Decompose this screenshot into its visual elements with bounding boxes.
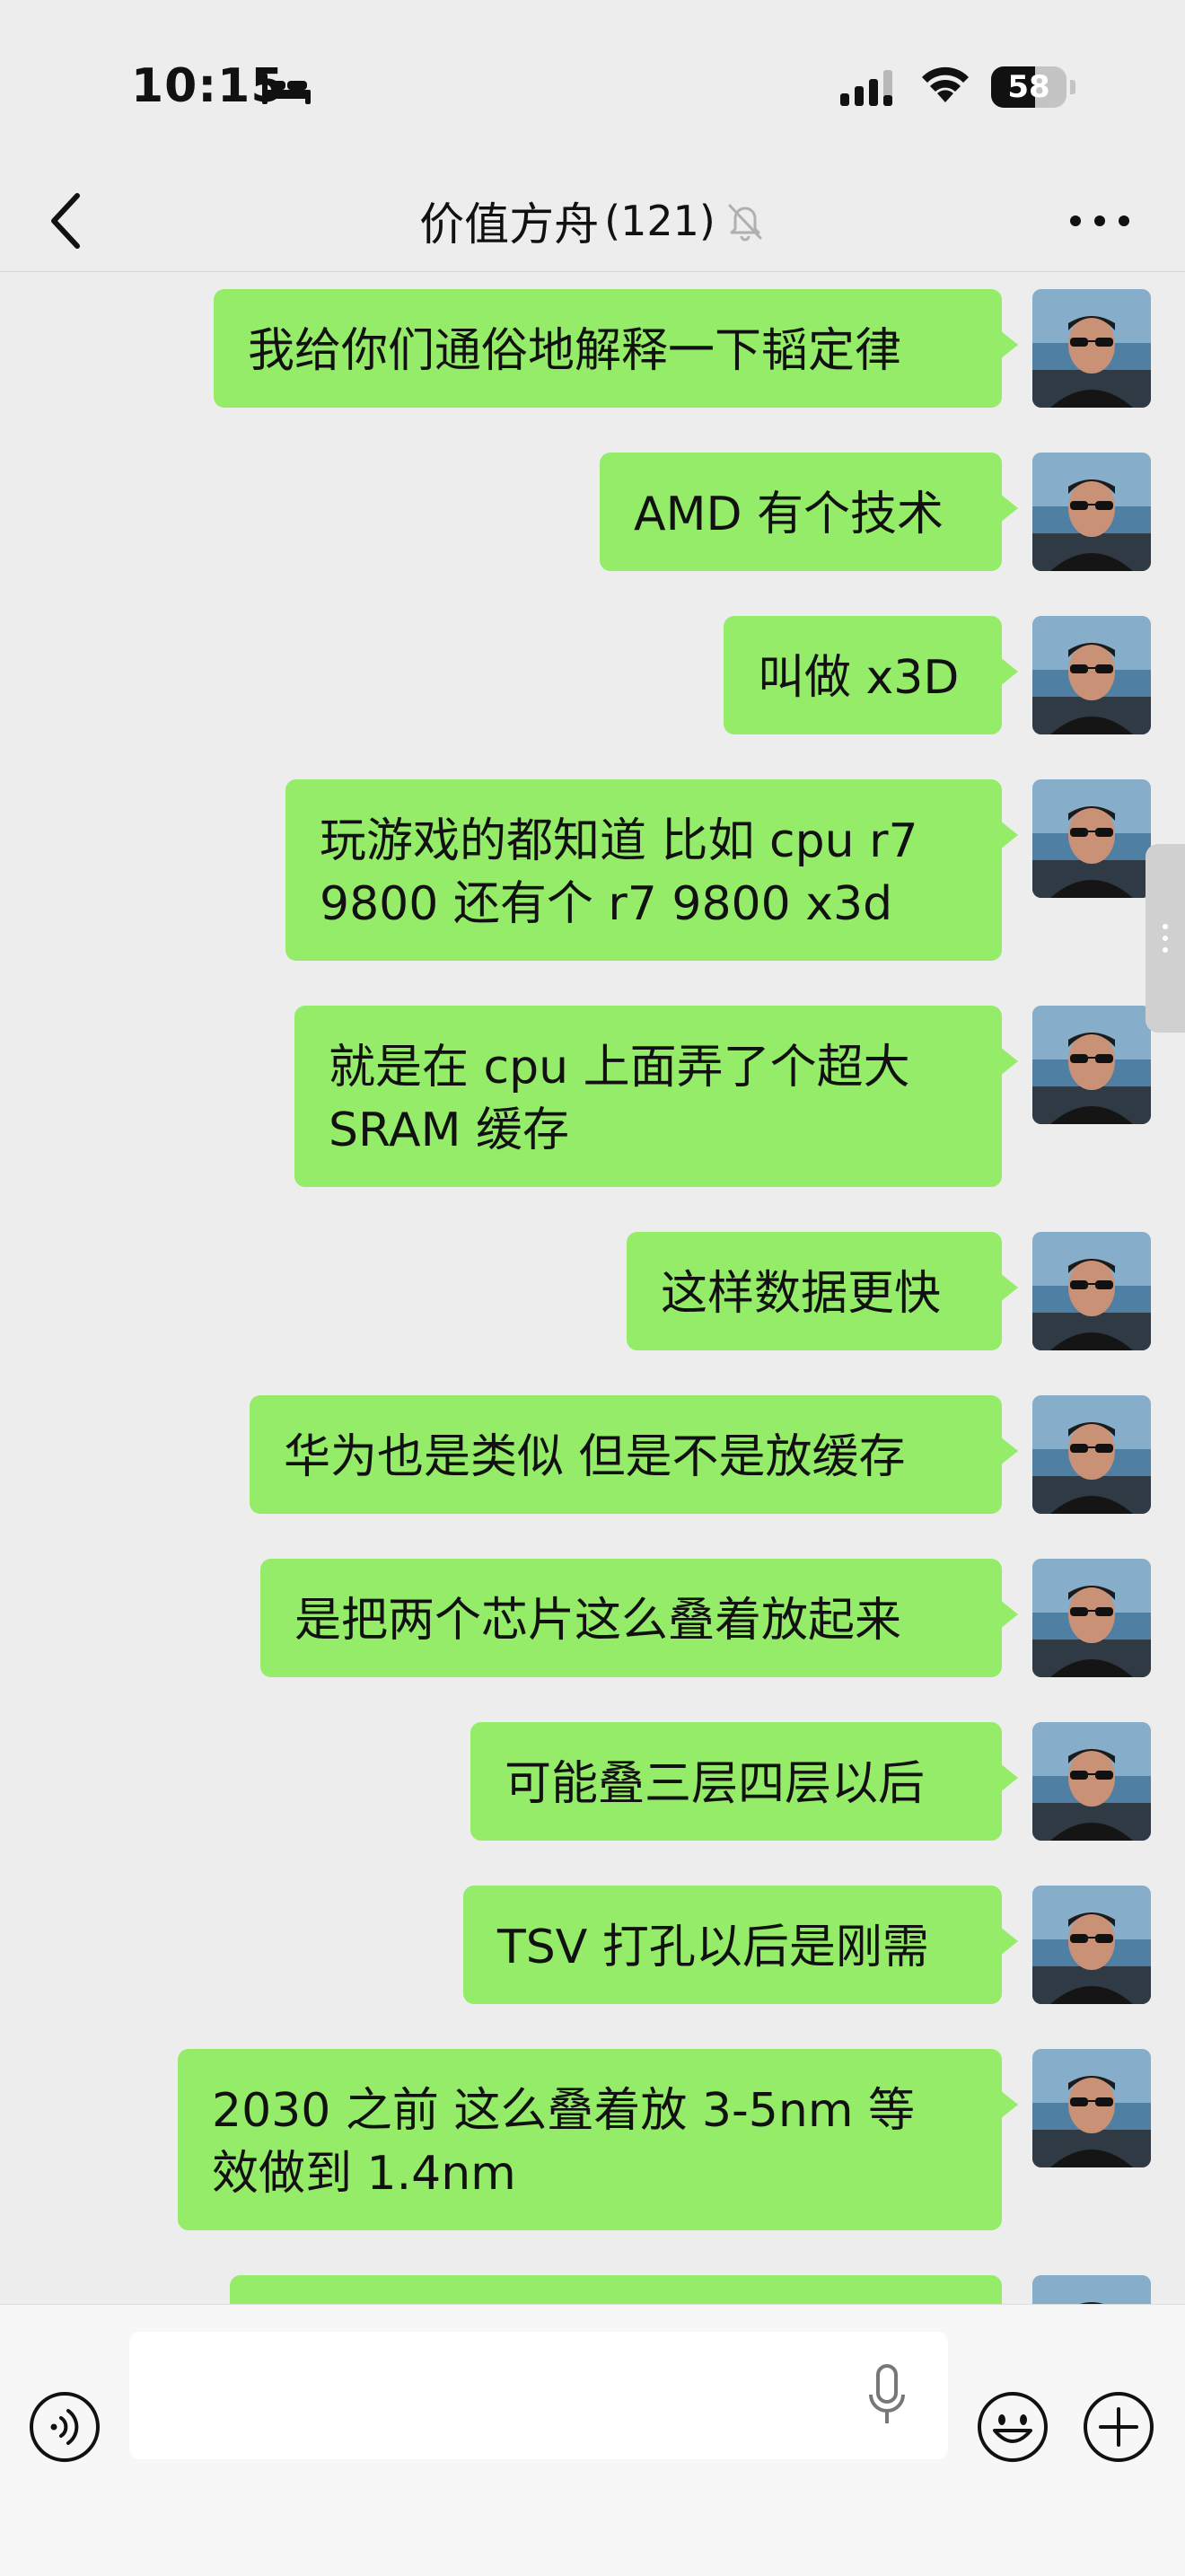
plus-button[interactable] <box>1081 2389 1156 2465</box>
status-bar: 10:15 58 <box>0 0 1185 171</box>
message-bubble[interactable]: 可能叠三层四层以后 <box>470 1722 1018 1841</box>
more-options-button[interactable] <box>1059 194 1140 248</box>
wifi-icon <box>922 66 969 102</box>
sender-avatar[interactable] <box>1032 453 1151 571</box>
message-row: 叫做 x3D <box>0 616 1185 734</box>
message-bubble[interactable]: 玩游戏的都知道 比如 cpu r7 9800 还有个 r7 9800 x3d <box>285 779 1018 961</box>
message-bubble[interactable]: 就是在 cpu 上面弄了个超大 SRAM 缓存 <box>294 1006 1018 1187</box>
sender-avatar[interactable] <box>1032 616 1151 734</box>
message-bubble[interactable]: 我给你们通俗地解释一下韬定律 <box>214 289 1018 408</box>
message-text: AMD 有个技术 <box>634 488 944 541</box>
signal-icon <box>840 70 892 106</box>
voice-button[interactable] <box>27 2389 102 2465</box>
message-row: 华为也是类似 但是不是放缓存 <box>0 1395 1185 1514</box>
sender-avatar[interactable] <box>1032 2049 1151 2167</box>
sender-avatar[interactable] <box>1032 1395 1151 1514</box>
sender-avatar[interactable] <box>1032 1722 1151 1841</box>
battery-indicator: 58 <box>991 66 1075 108</box>
message-bubble[interactable]: 2030 之前 这么叠着放 3-5nm 等 效做到 1.4nm <box>178 2049 1018 2230</box>
nav-bar: 价值方舟 (121) <box>0 171 1185 272</box>
message-text: TSV 打孔以后是刚需 <box>497 1921 929 1974</box>
message-bubble[interactable]: 是把两个芯片这么叠着放起来 <box>260 1559 1018 1677</box>
message-text: 就是在 cpu 上面弄了个超大 SRAM 缓存 <box>329 1041 910 1157</box>
message-list[interactable]: 我给你们通俗地解释一下韬定律 AMD 有个技术叫做 x3D 玩游戏的都知道 比如 c… <box>0 271 1185 2304</box>
message-text: 2030 之前 这么叠着放 3-5nm 等 效做到 1.4nm <box>212 2084 915 2201</box>
member-count: (121) <box>604 197 715 245</box>
message-text: 这样数据更快 <box>661 1267 942 1321</box>
bed-icon <box>262 74 311 104</box>
message-row: 我给你们通俗地解释一下韬定律 <box>0 289 1185 408</box>
message-text: 我给你们通俗地解释一下韬定律 <box>248 324 902 378</box>
message-text: 是把两个芯片这么叠着放起来 <box>294 1594 902 1648</box>
message-text: 玩游戏的都知道 比如 cpu r7 9800 还有个 r7 9800 x3d <box>320 814 918 931</box>
message-row: 这样数据更快 <box>0 1232 1185 1350</box>
message-row: TSV 打孔以后是刚需 <box>0 1886 1185 2004</box>
message-row: 2030 之前 这么叠着放 3-5nm 等 效做到 1.4nm <box>0 2049 1185 2230</box>
message-row: AMD 有个技术 <box>0 453 1185 571</box>
side-drag-handle[interactable] <box>1146 844 1185 1033</box>
message-input[interactable] <box>129 2332 948 2459</box>
chat-title: 价值方舟 <box>419 198 600 251</box>
message-text: 可能叠三层四层以后 <box>505 1757 926 1811</box>
message-bubble[interactable] <box>230 2275 1002 2304</box>
battery-level: 58 <box>1007 69 1050 105</box>
message-row: 就是在 cpu 上面弄了个超大 SRAM 缓存 <box>0 1006 1185 1187</box>
bell-slash-icon <box>728 204 762 242</box>
emoji-button[interactable] <box>975 2389 1050 2465</box>
sender-avatar[interactable] <box>1032 779 1151 898</box>
microphone-icon[interactable] <box>864 2359 910 2434</box>
message-row: 是把两个芯片这么叠着放起来 <box>0 1559 1185 1677</box>
message-bubble[interactable]: TSV 打孔以后是刚需 <box>463 1886 1018 2004</box>
sender-avatar[interactable] <box>1032 2275 1151 2304</box>
message-bubble[interactable]: 这样数据更快 <box>627 1232 1018 1350</box>
sender-avatar[interactable] <box>1032 1006 1151 1124</box>
input-bar <box>0 2304 1185 2576</box>
message-bubble[interactable]: 叫做 x3D <box>724 616 1018 734</box>
sender-avatar[interactable] <box>1032 1886 1151 2004</box>
sender-avatar[interactable] <box>1032 1559 1151 1677</box>
message-row: 可能叠三层四层以后 <box>0 1722 1185 1841</box>
message-text: 华为也是类似 但是不是放缓存 <box>284 1430 906 1484</box>
sender-avatar[interactable] <box>1032 1232 1151 1350</box>
message-text: 叫做 x3D <box>758 651 960 705</box>
sender-avatar[interactable] <box>1032 289 1151 408</box>
message-row-partial <box>0 2275 1185 2304</box>
message-row: 玩游戏的都知道 比如 cpu r7 9800 还有个 r7 9800 x3d <box>0 779 1185 961</box>
message-bubble[interactable]: AMD 有个技术 <box>600 453 1018 571</box>
message-bubble[interactable]: 华为也是类似 但是不是放缓存 <box>250 1395 1018 1514</box>
